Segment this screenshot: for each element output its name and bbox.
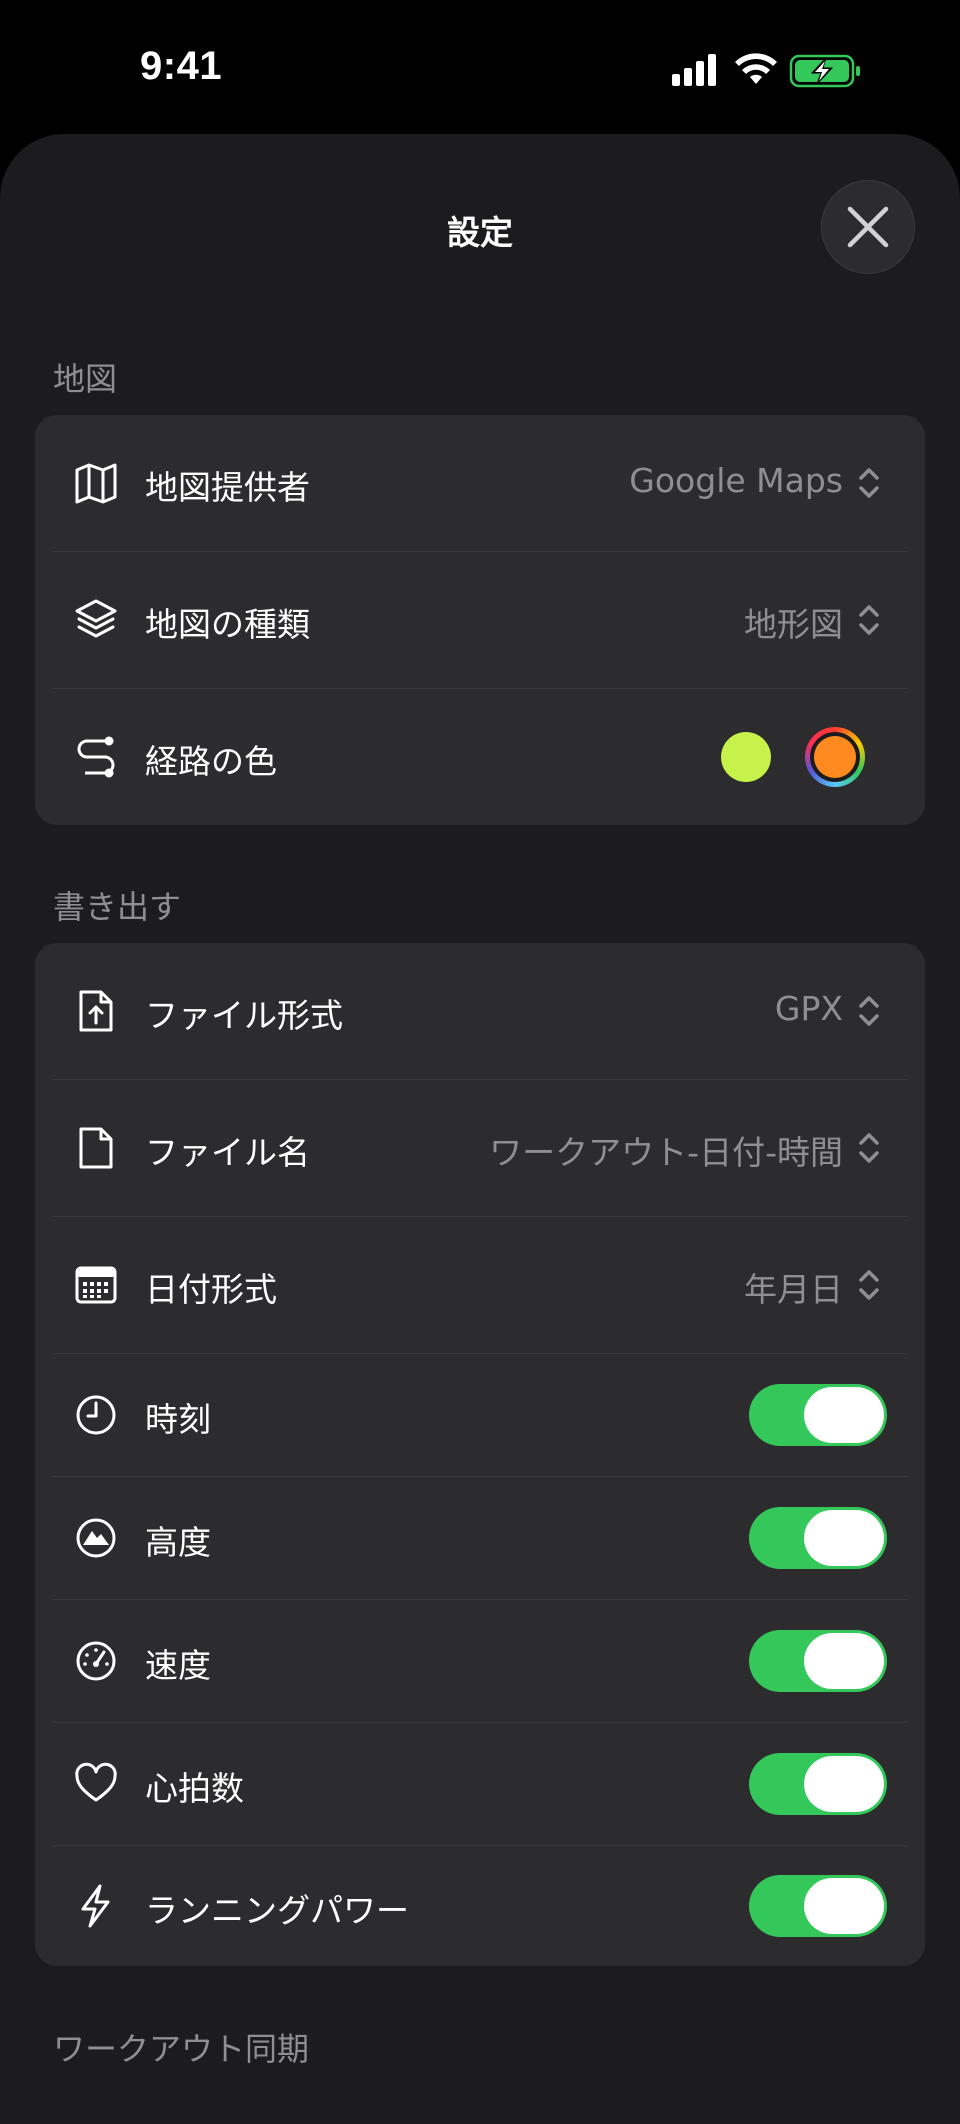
toggle-knob — [804, 1756, 884, 1812]
altitude-row: 高度 — [35, 1477, 925, 1599]
date-format-label: 日付形式 — [145, 1270, 277, 1309]
document-icon — [79, 1127, 113, 1169]
close-icon — [847, 206, 889, 248]
date-format-value[interactable]: 年月日 — [744, 1263, 843, 1311]
running-power-label: ランニングパワー — [145, 1891, 409, 1930]
time-toggle[interactable] — [749, 1384, 887, 1446]
running-power-row: ランニングパワー — [35, 1846, 925, 1966]
time-label: 時刻 — [145, 1400, 211, 1439]
running-power-toggle[interactable] — [749, 1875, 887, 1937]
calendar-icon — [75, 1266, 117, 1304]
speed-label: 速度 — [145, 1646, 211, 1685]
date-format-row[interactable]: 日付形式 年月日 — [35, 1217, 925, 1353]
heart-rate-row: 心拍数 — [35, 1723, 925, 1845]
route-color-label: 経路の色 — [145, 742, 277, 781]
heart-rate-label: 心拍数 — [145, 1769, 244, 1808]
status-time: 9:41 — [140, 44, 223, 88]
file-format-label: ファイル形式 — [145, 996, 343, 1035]
map-type-value[interactable]: 地形図 — [744, 598, 843, 646]
chevron-updown-icon — [859, 1133, 879, 1163]
map-provider-row[interactable]: 地図提供者 Google Maps — [35, 415, 925, 551]
mountain-icon — [76, 1518, 116, 1558]
map-provider-value[interactable]: Google Maps — [629, 461, 843, 500]
file-name-row[interactable]: ファイル名 ワークアウト-日付-時間 — [35, 1080, 925, 1216]
section-header-export: 書き出す — [53, 888, 182, 926]
export-settings-card: ファイル形式 GPX ファイル名 ワークアウト-日付-時間 日付形式 年月日 時… — [35, 943, 925, 1966]
color-picker-button[interactable] — [805, 727, 865, 787]
toggle-knob — [804, 1633, 884, 1689]
status-bar: 9:41 — [0, 0, 960, 130]
map-settings-card: 地図提供者 Google Maps 地図の種類 地形図 経路の色 — [35, 415, 925, 825]
wifi-icon — [735, 53, 777, 84]
cellular-signal-icon — [672, 54, 716, 86]
heart-icon — [75, 1762, 117, 1802]
close-button[interactable] — [821, 180, 915, 274]
section-header-map: 地図 — [53, 360, 118, 398]
file-format-row[interactable]: ファイル形式 GPX — [35, 943, 925, 1079]
clock-icon — [76, 1395, 116, 1435]
altitude-label: 高度 — [145, 1523, 211, 1562]
chevron-updown-icon — [859, 468, 879, 498]
status-icons — [672, 52, 872, 88]
file-export-icon — [79, 990, 113, 1032]
settings-sheet: 設定 地図 地図提供者 Google Maps 地図の種類 地形図 経路の色 書… — [0, 134, 960, 2124]
speedometer-icon — [76, 1641, 116, 1681]
section-header-sync: ワークアウト同期 — [53, 2030, 310, 2068]
bolt-icon — [81, 1884, 110, 1928]
layers-icon — [75, 599, 117, 638]
file-format-value[interactable]: GPX — [775, 989, 843, 1028]
map-type-row[interactable]: 地図の種類 地形図 — [35, 552, 925, 688]
time-row: 時刻 — [35, 1354, 925, 1476]
route-icon — [77, 736, 115, 778]
toggle-knob — [804, 1878, 884, 1934]
speed-toggle[interactable] — [749, 1630, 887, 1692]
file-name-label: ファイル名 — [145, 1133, 310, 1172]
map-provider-label: 地図提供者 — [145, 468, 310, 507]
route-color-row: 経路の色 — [35, 689, 925, 825]
toggle-knob — [804, 1387, 884, 1443]
chevron-updown-icon — [859, 1270, 879, 1300]
chevron-updown-icon — [859, 996, 879, 1026]
altitude-toggle[interactable] — [749, 1507, 887, 1569]
file-name-value[interactable]: ワークアウト-日付-時間 — [489, 1126, 843, 1174]
speed-row: 速度 — [35, 1600, 925, 1722]
map-type-label: 地図の種類 — [145, 605, 310, 644]
toggle-knob — [804, 1510, 884, 1566]
heart-rate-toggle[interactable] — [749, 1753, 887, 1815]
map-icon — [75, 463, 117, 504]
chevron-updown-icon — [859, 605, 879, 635]
route-color-swatch[interactable] — [721, 732, 771, 782]
sheet-title: 設定 — [447, 213, 513, 252]
battery-charging-icon — [789, 54, 860, 88]
